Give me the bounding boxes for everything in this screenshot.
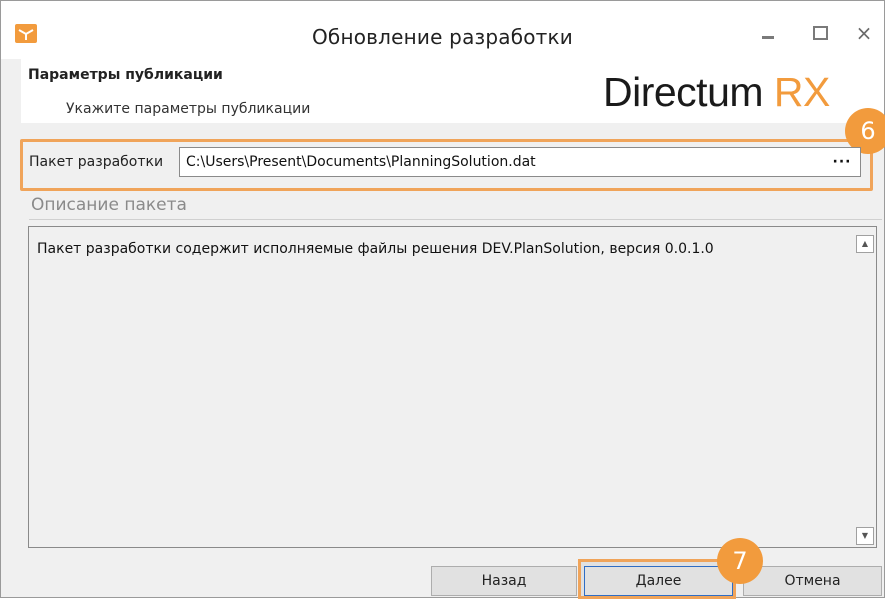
- package-label: Пакет разработки: [29, 154, 164, 170]
- page-title: Параметры публикации: [28, 67, 223, 83]
- close-button[interactable]: ×: [848, 19, 880, 47]
- minimize-icon: [762, 36, 774, 39]
- dialog-window: Обновление разработки × Параметры публик…: [0, 0, 885, 599]
- window-title: Обновление разработки: [311, 25, 574, 49]
- step-7-callout: 7: [717, 538, 763, 584]
- back-button[interactable]: Назад: [431, 566, 577, 596]
- package-path-input[interactable]: C:\Users\Present\Documents\PlanningSolut…: [179, 147, 861, 177]
- scroll-down-arrow-icon[interactable]: ▼: [856, 527, 874, 545]
- directum-rx-logo: Directum RX: [603, 69, 830, 116]
- browse-button[interactable]: ···: [830, 148, 854, 176]
- wizard-header: Параметры публикации Укажите параметры п…: [21, 59, 884, 123]
- minimize-button[interactable]: [753, 19, 785, 47]
- package-path-value: C:\Users\Present\Documents\PlanningSolut…: [186, 154, 536, 170]
- scroll-up-arrow-icon[interactable]: ▲: [856, 235, 874, 253]
- section-divider: [29, 219, 882, 220]
- logo-main-text: Directum: [603, 69, 774, 115]
- description-label: Описание пакета: [31, 195, 187, 215]
- title-bar: Обновление разработки ×: [1, 1, 884, 59]
- maximize-icon: [813, 26, 828, 40]
- next-button[interactable]: Далее: [584, 566, 733, 596]
- vertical-scrollbar[interactable]: ▲ ▼: [854, 227, 876, 547]
- logo-accent-text: RX: [773, 69, 830, 115]
- description-text: Пакет разработки содержит исполняемые фа…: [37, 241, 714, 257]
- maximize-button[interactable]: [804, 19, 836, 47]
- page-subtitle: Укажите параметры публикации: [66, 101, 311, 117]
- cancel-button[interactable]: Отмена: [743, 566, 882, 596]
- description-textarea[interactable]: Пакет разработки содержит исполняемые фа…: [28, 226, 877, 548]
